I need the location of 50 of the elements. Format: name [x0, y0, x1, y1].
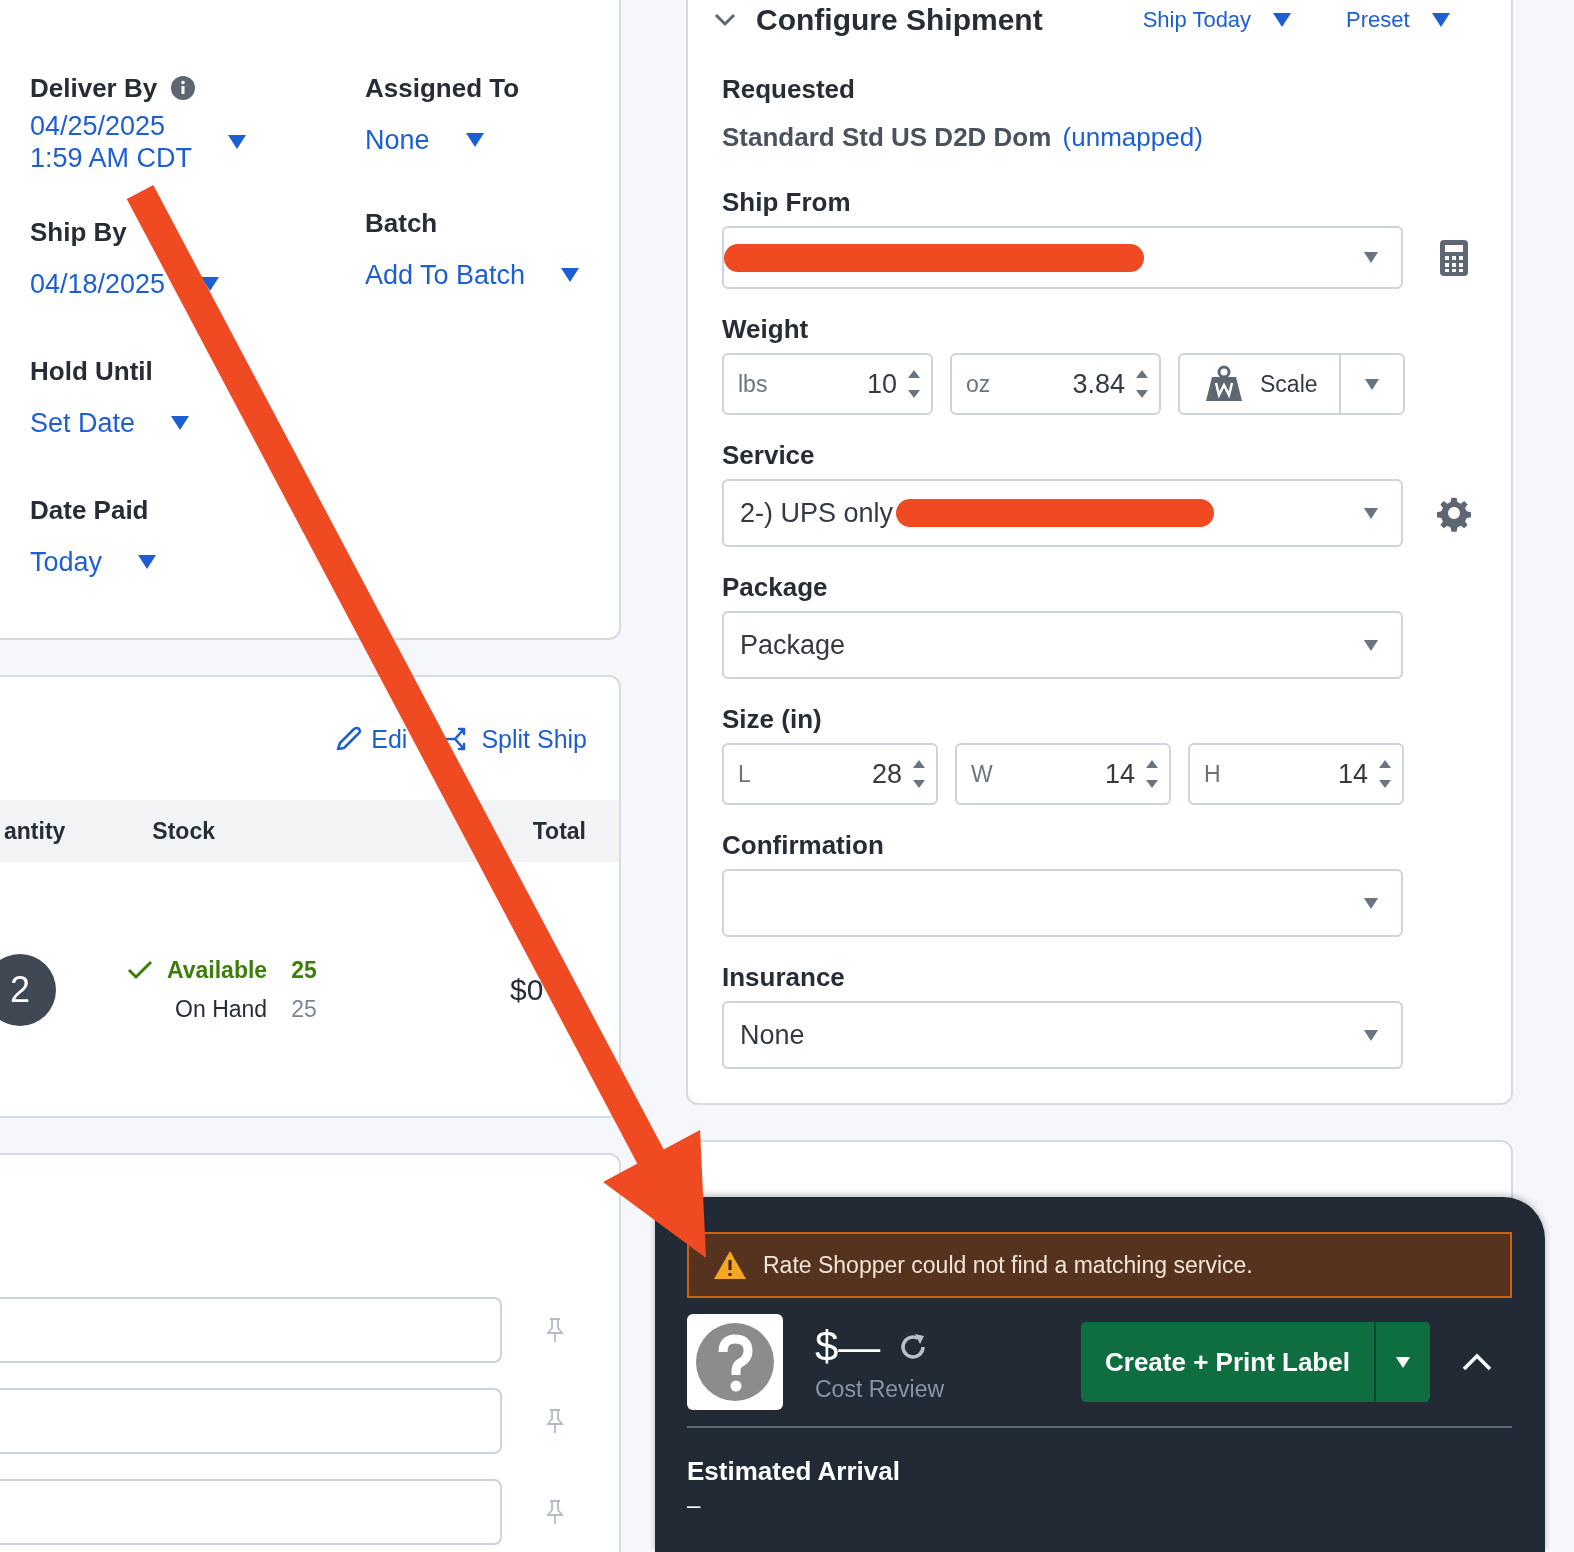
number-field[interactable]: lbs 10	[722, 353, 933, 415]
field-label: Requested	[722, 73, 856, 105]
dropdown-link[interactable]: 1:59 AM CDT	[30, 142, 193, 174]
stock-label: On Hand	[174, 995, 268, 1023]
select-field[interactable]: Package	[722, 611, 1403, 679]
select-field[interactable]: None	[722, 1001, 1403, 1069]
field-label: Hold Until	[30, 355, 153, 387]
field-label: Deliver By	[30, 72, 158, 104]
field-label: Ship From	[722, 186, 852, 218]
field-label: Insurance	[722, 961, 846, 993]
action-link[interactable]: Split Ship	[443, 721, 587, 757]
price-value: $—	[815, 1321, 881, 1372]
number-field[interactable]: oz 3.84	[950, 353, 1161, 415]
number-field[interactable]: W 14	[955, 743, 1171, 805]
column-header: antity	[4, 817, 66, 845]
field-label: Package	[722, 571, 829, 603]
column-header: Stock	[152, 817, 215, 845]
field-label: Size (in)	[722, 703, 823, 735]
number-field[interactable]: L 28	[722, 743, 938, 805]
field-label: Weight	[722, 313, 810, 345]
section-title: Configure Shipment	[756, 2, 1043, 37]
requested-service: Standard Std US D2D Dom (unmapped)	[722, 121, 1204, 153]
dropdown-link[interactable]: Ship Today	[1142, 6, 1292, 33]
field-label: Confirmation	[722, 829, 885, 861]
dropdown-link[interactable]: 04/18/2025	[30, 268, 166, 300]
number-field[interactable]: H 14	[1188, 743, 1404, 805]
column-header: Total	[532, 817, 586, 845]
dropdown-link[interactable]: Preset	[1346, 6, 1450, 33]
total-value: $0	[510, 972, 544, 1007]
field-label: Service	[722, 439, 816, 471]
stock-count: 25	[291, 995, 317, 1023]
stock-label: Available	[167, 956, 268, 984]
dropdown-link[interactable]: Set Date	[30, 407, 136, 439]
select-field[interactable]: 2-) UPS only	[722, 479, 1403, 547]
field-label: Assigned To	[365, 72, 520, 104]
dropdown-link[interactable]: Today	[30, 546, 103, 578]
dropdown-link[interactable]: Add To Batch	[365, 259, 526, 291]
cost-label: Cost Review	[815, 1375, 946, 1403]
field-label: Date Paid	[30, 494, 149, 526]
field-label: Batch	[365, 207, 438, 239]
field-value: –	[687, 1491, 702, 1519]
dropdown-link[interactable]: 04/25/2025	[30, 110, 193, 142]
stock-count: 25	[291, 956, 317, 984]
dropdown-link[interactable]: None	[365, 124, 430, 156]
field-label: Ship By	[30, 216, 127, 248]
field-label: Estimated Arrival	[687, 1456, 901, 1487]
quantity-badge: 2	[0, 953, 56, 1026]
action-link[interactable]: Edi	[333, 721, 408, 757]
create-label-button[interactable]: Create + Print Label	[1081, 1322, 1374, 1402]
warning-text: Rate Shopper could not find a matching service.	[763, 1251, 1253, 1279]
